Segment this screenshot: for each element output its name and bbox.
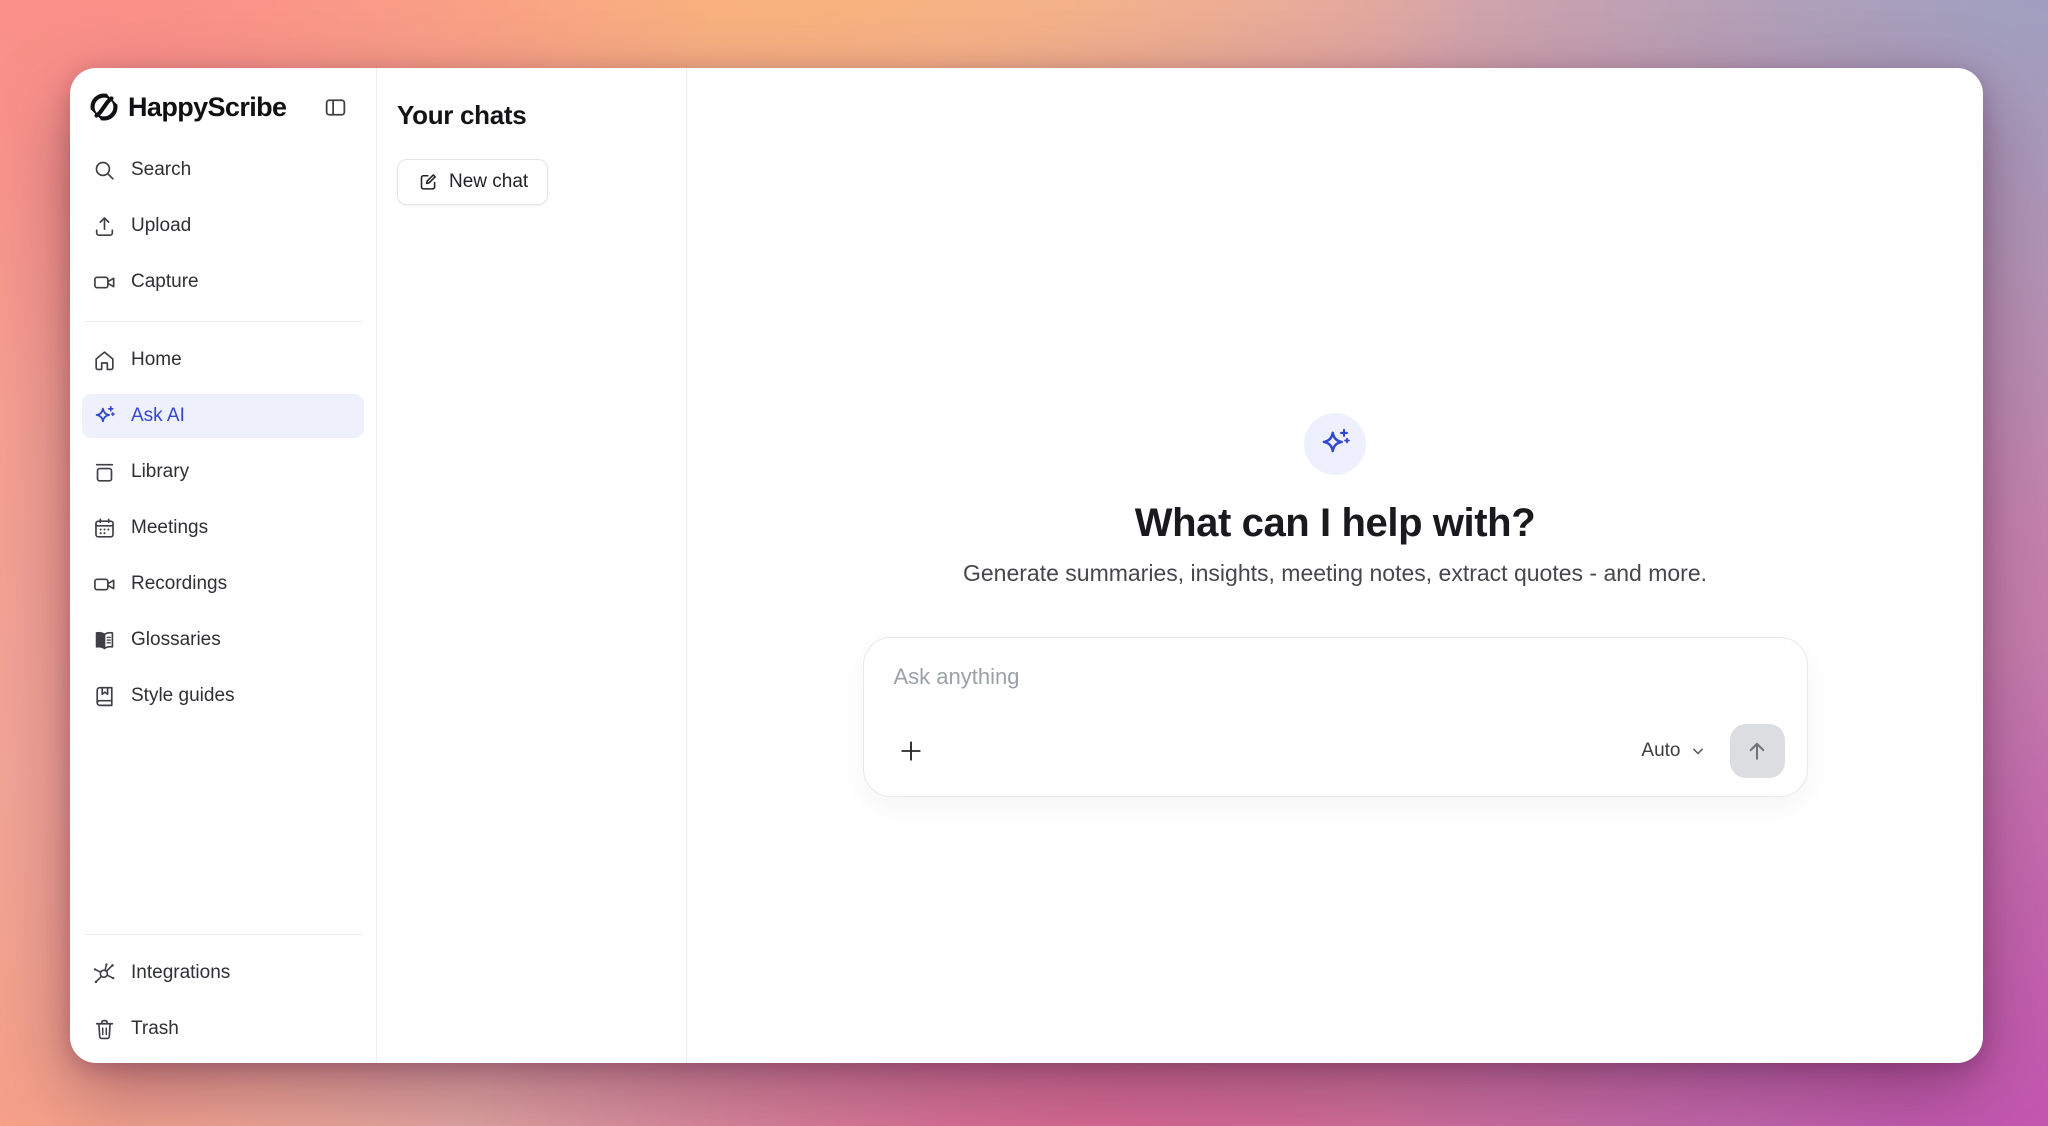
model-selector[interactable]: Auto (1641, 740, 1707, 762)
new-chat-button[interactable]: New chat (397, 159, 548, 205)
sidebar-item-upload[interactable]: Upload (82, 204, 364, 248)
app-window: HappyScribe Search (70, 68, 1983, 1063)
sidebar-divider (84, 934, 362, 935)
logo[interactable]: HappyScribe (82, 88, 364, 126)
chats-panel-title: Your chats (397, 100, 666, 131)
sidebar-item-label: Glossaries (131, 629, 221, 651)
happyscribe-logo-icon (88, 91, 120, 123)
model-selector-value: Auto (1641, 740, 1680, 762)
sidebar-spacer (82, 730, 364, 929)
sidebar-item-home[interactable]: Home (82, 338, 364, 382)
chevron-down-icon (1688, 741, 1708, 761)
sidebar-item-label: Search (131, 159, 191, 181)
arrow-up-icon (1744, 738, 1770, 764)
open-book-icon (92, 628, 117, 653)
search-icon (92, 158, 117, 183)
sidebar-item-label: Capture (131, 271, 199, 293)
sidebar-item-glossaries[interactable]: Glossaries (82, 618, 364, 662)
sidebar-toggle-icon[interactable] (320, 92, 350, 122)
upload-icon (92, 214, 117, 239)
sidebar-divider (84, 321, 362, 322)
new-chat-icon (417, 171, 439, 193)
sidebar-item-recordings[interactable]: Recordings (82, 562, 364, 606)
sidebar-item-label: Trash (131, 1018, 179, 1040)
sidebar-item-label: Integrations (131, 962, 230, 984)
sidebar-item-search[interactable]: Search (82, 148, 364, 192)
video-camera-icon (92, 572, 117, 597)
chats-panel: Your chats New chat (377, 68, 687, 1063)
sidebar-item-label: Upload (131, 215, 191, 237)
sidebar-item-label: Style guides (131, 685, 235, 707)
sidebar-item-label: Meetings (131, 517, 208, 539)
sidebar-item-label: Home (131, 349, 182, 371)
integrations-node-icon (92, 961, 117, 986)
home-icon (92, 348, 117, 373)
archive-box-icon (92, 460, 117, 485)
bookmark-book-icon (92, 684, 117, 709)
ask-ai-main: What can I help with? Generate summaries… (687, 68, 1983, 1063)
sidebar-item-label: Recordings (131, 573, 227, 595)
new-chat-label: New chat (449, 171, 528, 193)
page-subtitle: Generate summaries, insights, meeting no… (963, 560, 1707, 587)
send-button[interactable] (1730, 724, 1785, 778)
video-camera-icon (92, 270, 117, 295)
trash-icon (92, 1017, 117, 1042)
sidebar-item-trash[interactable]: Trash (82, 1007, 364, 1051)
sidebar-item-meetings[interactable]: Meetings (82, 506, 364, 550)
sidebar-item-style-guides[interactable]: Style guides (82, 674, 364, 718)
page-title: What can I help with? (1135, 501, 1536, 546)
prompt-input[interactable]: Ask anything (894, 664, 1777, 690)
sidebar-item-label: Ask AI (131, 405, 185, 427)
sidebar-item-integrations[interactable]: Integrations (82, 951, 364, 995)
app-title: HappyScribe (128, 92, 286, 123)
sparkle-icon (92, 404, 117, 429)
attach-plus-icon[interactable] (894, 734, 928, 768)
calendar-icon (92, 516, 117, 541)
sidebar-item-ask-ai[interactable]: Ask AI (82, 394, 364, 438)
prompt-composer[interactable]: Ask anything Auto (863, 637, 1808, 797)
sidebar: HappyScribe Search (70, 68, 377, 1063)
sidebar-item-library[interactable]: Library (82, 450, 364, 494)
sidebar-item-label: Library (131, 461, 189, 483)
sparkle-badge (1304, 413, 1366, 475)
sidebar-item-capture[interactable]: Capture (82, 260, 364, 304)
